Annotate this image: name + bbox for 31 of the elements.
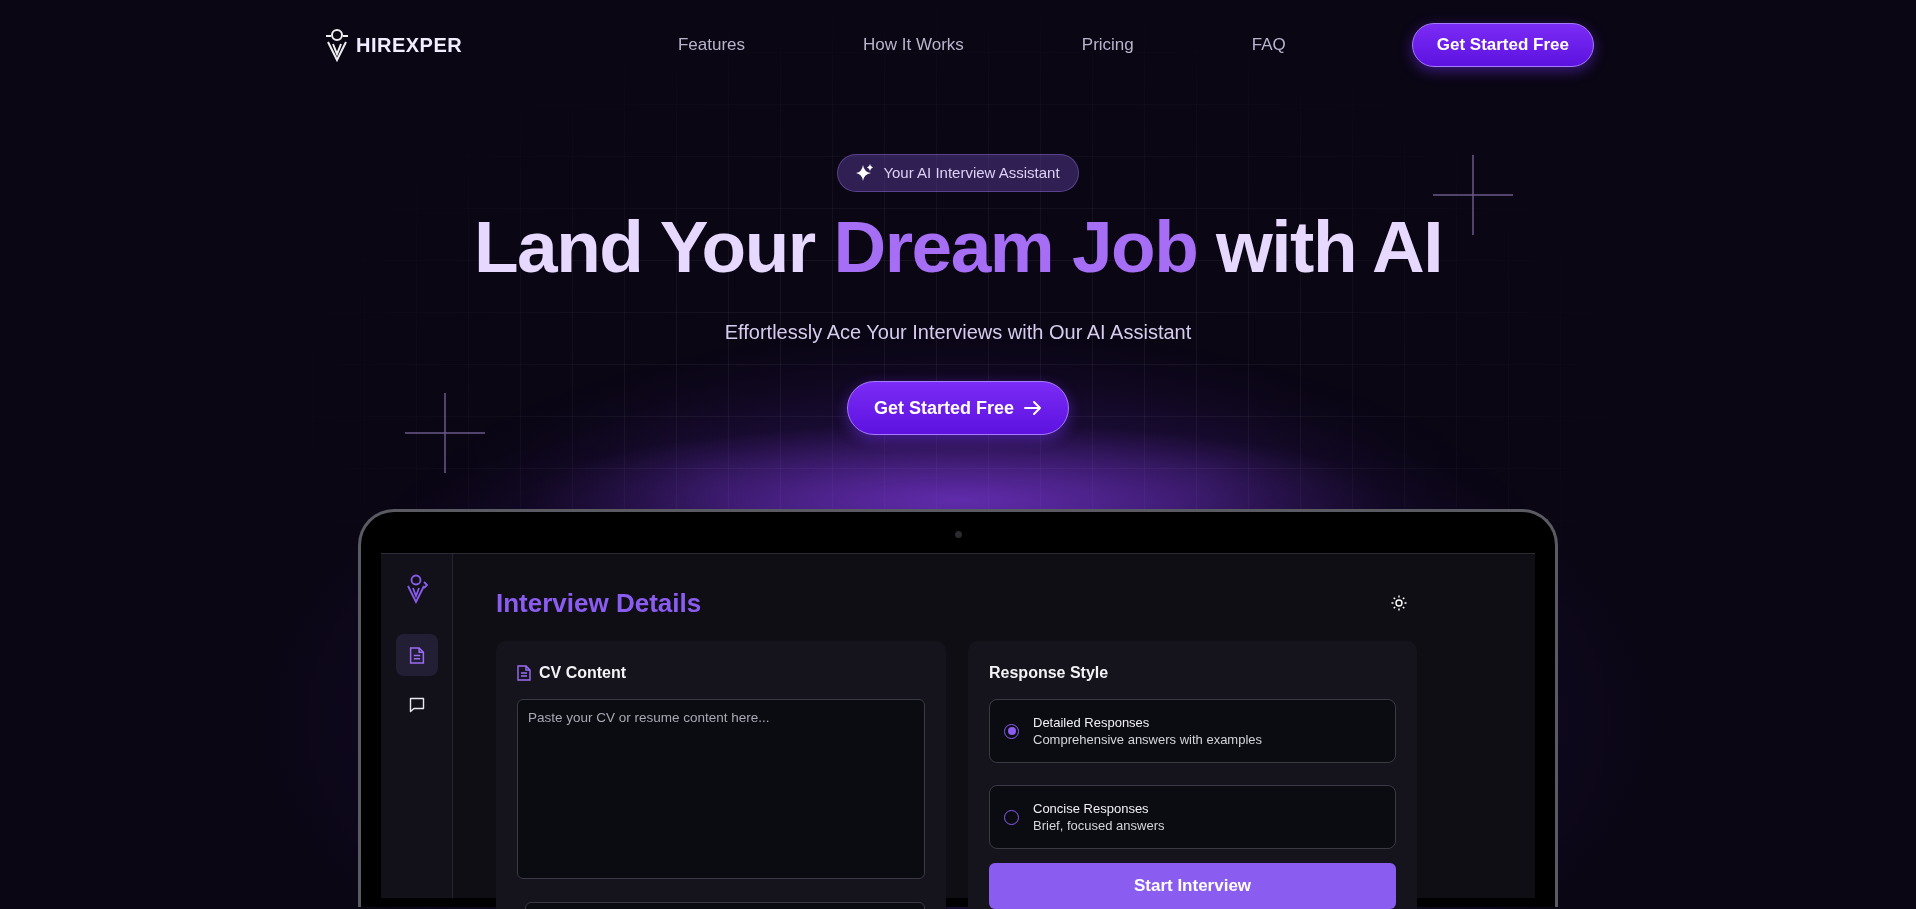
logo-icon	[404, 574, 429, 604]
nav-link[interactable]: Features	[677, 32, 746, 58]
sun-icon[interactable]	[1391, 595, 1407, 611]
subtitle: Effortlessly Ace Your Interviews with Our AI Assistant	[723, 320, 1193, 345]
document-icon	[517, 665, 531, 681]
camera-dot	[954, 531, 962, 538]
get-started-button[interactable]: Get Started Free	[846, 381, 1069, 435]
option-label: Detailed Responses	[1033, 714, 1151, 731]
document-icon	[408, 646, 425, 664]
nav-link[interactable]: How It Works	[863, 32, 964, 58]
card-title: CV Content	[539, 663, 627, 683]
headline: Land Your Dream Job with AI	[472, 205, 1444, 289]
nav-link[interactable]: FAQ	[1251, 32, 1286, 58]
start-interview-button[interactable]: Start Interview	[989, 863, 1396, 909]
option-description: Comprehensive answers with examples	[1033, 731, 1263, 748]
get-started-button[interactable]: Get Started Free	[1411, 23, 1594, 67]
document-tab[interactable]	[395, 634, 438, 676]
response-option[interactable]: Concise Responses Brief, focused answers	[989, 785, 1396, 849]
chat-icon	[408, 697, 425, 713]
cv-input-field[interactable]: Paste your CV or resume content here...	[517, 699, 925, 879]
tagline-badge: Your AI Interview Assistant	[837, 154, 1079, 192]
page-title: Interview Details	[496, 587, 702, 619]
response-option[interactable]: Detailed Responses Comprehensive answers with examples	[989, 699, 1396, 763]
option-description: Brief, focused answers	[1033, 817, 1165, 834]
arrow-right-icon	[1024, 400, 1042, 416]
sparkle-icon	[856, 164, 875, 182]
logo-text[interactable]: HIREXPER	[356, 30, 463, 60]
nav-link[interactable]: Pricing	[1081, 32, 1134, 58]
option-label: Concise Responses	[1033, 800, 1150, 817]
sparkle-icon	[405, 393, 485, 473]
card-title: Response Style	[989, 664, 1109, 681]
